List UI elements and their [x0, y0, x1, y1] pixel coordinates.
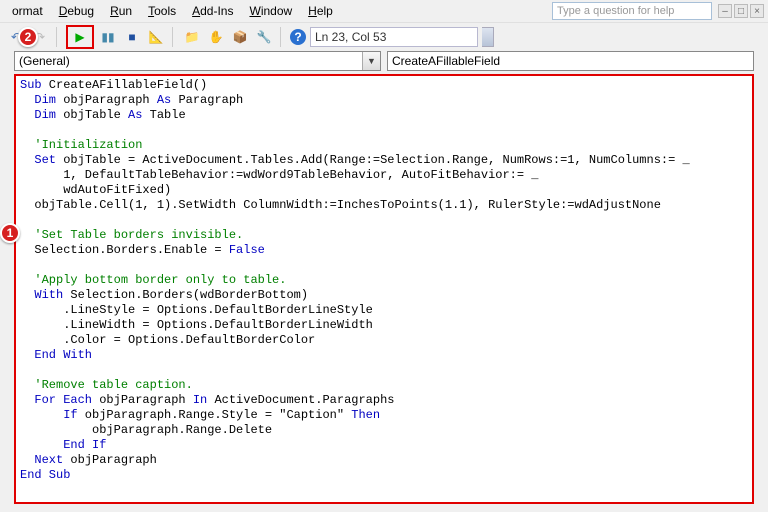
break-icon[interactable]: ▮▮: [98, 27, 118, 47]
chevron-down-icon[interactable]: ▼: [362, 52, 380, 70]
window-controls: – □ ×: [718, 4, 764, 18]
menu-bar: ormat Debug Run Tools Add-Ins Window Hel…: [0, 0, 768, 22]
minimize-button[interactable]: –: [718, 4, 732, 18]
menu-debug[interactable]: Debug: [51, 2, 102, 20]
code-pane[interactable]: Sub CreateAFillableField() Dim objParagr…: [14, 74, 754, 504]
procedure-selector-value: CreateAFillableField: [388, 54, 753, 68]
toolbox-icon[interactable]: 🔧: [254, 27, 274, 47]
callout-1: 1: [0, 223, 20, 243]
help-icon[interactable]: ?: [290, 29, 306, 45]
restore-button[interactable]: □: [734, 4, 748, 18]
cursor-position-box: Ln 23, Col 53: [310, 27, 478, 47]
properties-icon[interactable]: ✋: [206, 27, 226, 47]
position-dropdown[interactable]: [482, 27, 494, 47]
menu-addins[interactable]: Add-Ins: [184, 2, 241, 20]
object-selector-value: (General): [15, 54, 362, 68]
close-button[interactable]: ×: [750, 4, 764, 18]
help-search-input[interactable]: Type a question for help: [552, 2, 712, 20]
menu-format[interactable]: ormat: [4, 2, 51, 20]
module-selectors: (General) ▼ CreateAFillableField: [0, 50, 768, 72]
callout-2: 2: [18, 27, 38, 47]
toolbar: ↶ ↷ ▶ ▮▮ ■ 📐 📁 ✋ 📦 🔧 ? Ln 23, Col 53: [0, 22, 768, 50]
menu-tools[interactable]: Tools: [140, 2, 184, 20]
menu-window[interactable]: Window: [241, 2, 300, 20]
object-browser-icon[interactable]: 📦: [230, 27, 250, 47]
design-mode-icon[interactable]: 📐: [146, 27, 166, 47]
run-icon[interactable]: ▶: [70, 27, 90, 47]
procedure-selector[interactable]: CreateAFillableField: [387, 51, 754, 71]
menu-run[interactable]: Run: [102, 2, 140, 20]
object-selector[interactable]: (General) ▼: [14, 51, 381, 71]
menu-help[interactable]: Help: [300, 2, 341, 20]
project-explorer-icon[interactable]: 📁: [182, 27, 202, 47]
run-button-highlight: ▶: [66, 25, 94, 49]
reset-icon[interactable]: ■: [122, 27, 142, 47]
